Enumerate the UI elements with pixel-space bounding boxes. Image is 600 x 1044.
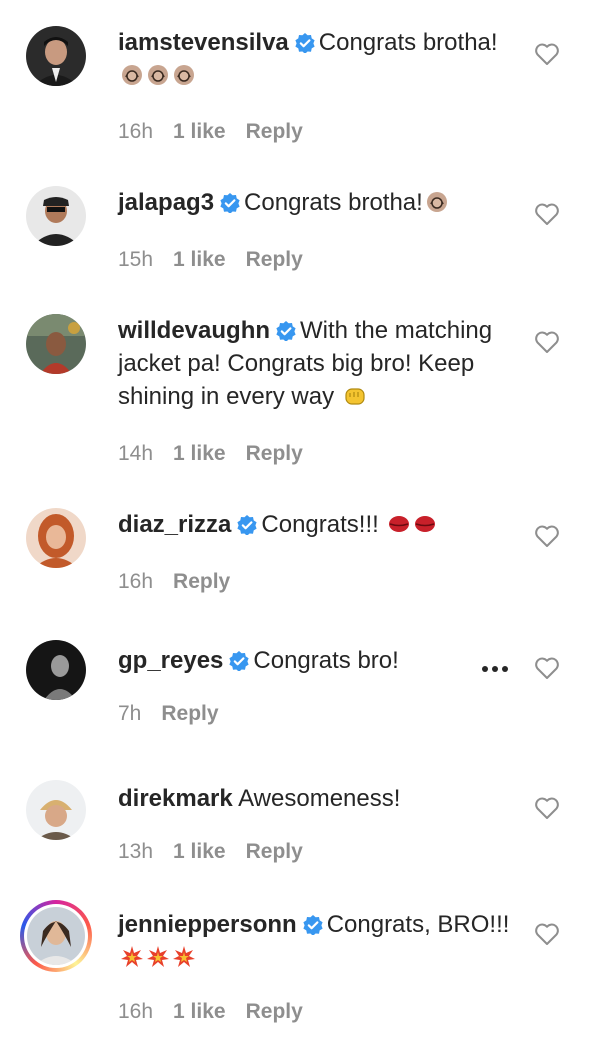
reply-button[interactable]: Reply <box>246 840 303 863</box>
like-count[interactable]: 1 like <box>173 120 226 143</box>
comment-timestamp: 16h <box>118 570 154 593</box>
comment-meta: 7h Reply <box>118 702 239 726</box>
like-count[interactable]: 1 like <box>173 442 226 465</box>
comment-body: willdevaughn With the matching jacket pa!… <box>118 314 523 413</box>
username[interactable]: direkmark <box>118 785 233 812</box>
heart-icon[interactable] <box>534 524 560 548</box>
avatar-story-ring[interactable] <box>20 900 92 972</box>
username[interactable]: iamstevensilva <box>118 29 289 56</box>
heart-icon[interactable] <box>534 796 560 820</box>
verified-badge-icon <box>220 193 240 213</box>
comment-text: Congrats bro! <box>253 647 399 674</box>
comment-meta: 16h Reply <box>118 570 250 594</box>
collision-icon <box>173 946 195 967</box>
comment-timestamp: 7h <box>118 702 142 725</box>
verified-badge-icon <box>295 33 315 53</box>
comment-text: Congrats brotha! <box>244 189 423 216</box>
comment-timestamp: 16h <box>118 1000 154 1023</box>
reply-button[interactable]: Reply <box>161 702 218 725</box>
comment-meta: 13h 1 like Reply <box>118 840 323 864</box>
comment-timestamp: 13h <box>118 840 154 863</box>
avatar-ring-gap <box>24 904 88 968</box>
clapping-hands-icon <box>122 65 142 85</box>
avatar[interactable] <box>26 640 86 700</box>
comment-meta: 16h 1 like Reply <box>118 1000 323 1024</box>
avatar[interactable] <box>26 780 86 840</box>
reply-button[interactable]: Reply <box>246 120 303 143</box>
comment-text: Congrats!!! <box>261 511 379 538</box>
like-count[interactable]: 1 like <box>173 1000 226 1023</box>
comment-timestamp: 15h <box>118 248 154 271</box>
heart-icon[interactable] <box>534 330 560 354</box>
reply-button[interactable]: Reply <box>173 570 230 593</box>
comment-meta: 16h 1 like Reply <box>118 120 323 144</box>
like-count[interactable]: 1 like <box>173 840 226 863</box>
verified-badge-icon <box>237 515 257 535</box>
reply-button[interactable]: Reply <box>246 248 303 271</box>
comment-meta: 14h 1 like Reply <box>118 442 323 466</box>
collision-icon <box>121 946 143 967</box>
like-count[interactable]: 1 like <box>173 248 226 271</box>
verified-badge-icon <box>276 321 296 341</box>
comment-body: direkmark Awesomeness! <box>118 782 523 815</box>
comment-body: jalapag3 Congrats brotha! <box>118 186 523 219</box>
comment-text: Awesomeness! <box>238 785 401 812</box>
fist-bump-icon <box>345 388 365 405</box>
heart-icon[interactable] <box>534 656 560 680</box>
comment-meta: 15h 1 like Reply <box>118 248 323 272</box>
kiss-mark-icon <box>415 516 436 532</box>
avatar[interactable] <box>26 26 86 86</box>
clapping-hands-icon <box>148 65 168 85</box>
username[interactable]: diaz_rizza <box>118 511 231 538</box>
heart-icon[interactable] <box>534 202 560 226</box>
comment-text: Congrats brotha! <box>318 29 498 56</box>
avatar[interactable] <box>26 314 86 374</box>
username[interactable]: gp_reyes <box>118 647 223 674</box>
comment-body: diaz_rizza Congrats!!! <box>118 508 523 541</box>
collision-icon <box>147 946 169 967</box>
heart-icon[interactable] <box>534 42 560 66</box>
reply-button[interactable]: Reply <box>246 1000 303 1023</box>
comment-body: iamstevensilva Congrats brotha! <box>118 26 523 92</box>
username[interactable]: willdevaughn <box>118 317 270 344</box>
username[interactable]: jennieppersonn <box>118 911 297 938</box>
username[interactable]: jalapag3 <box>118 189 214 216</box>
verified-badge-icon <box>303 915 323 935</box>
verified-badge-icon <box>229 651 250 671</box>
avatar <box>27 907 85 965</box>
avatar[interactable] <box>26 186 86 246</box>
comment-timestamp: 14h <box>118 442 154 465</box>
ellipsis-icon[interactable] <box>480 664 510 674</box>
heart-icon[interactable] <box>534 922 560 946</box>
comment-body: gp_reyes Congrats bro! <box>118 644 523 677</box>
avatar[interactable] <box>26 508 86 568</box>
comment-text: Congrats, BRO!!! <box>326 911 510 938</box>
clapping-hands-icon <box>174 65 194 85</box>
reply-button[interactable]: Reply <box>246 442 303 465</box>
comment-body: jennieppersonn Congrats, BRO!!! <box>118 908 523 974</box>
kiss-mark-icon <box>389 516 410 532</box>
clapping-hands-icon <box>426 192 447 212</box>
comment-timestamp: 16h <box>118 120 154 143</box>
